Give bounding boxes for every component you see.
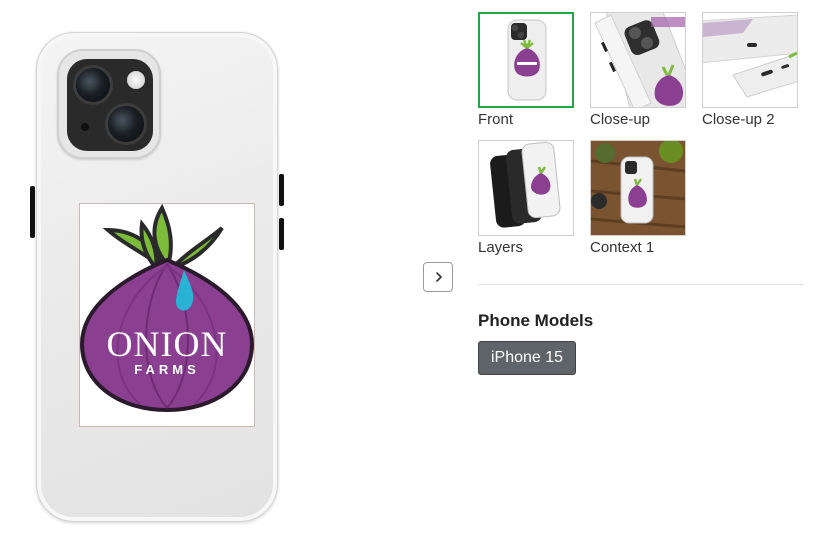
phone-case: ONION FARMS xyxy=(36,32,278,522)
camera-lens-icon xyxy=(105,103,147,145)
gallery-next-button[interactable] xyxy=(423,262,453,292)
microphone-icon xyxy=(81,123,89,131)
thumbnail-label: Close-up 2 xyxy=(702,111,775,128)
camera-module xyxy=(57,49,161,159)
thumbnail-layers[interactable]: Layers xyxy=(478,140,574,256)
thumbnail-label: Context 1 xyxy=(590,239,655,256)
camera-lens-icon xyxy=(73,65,113,105)
flash-icon xyxy=(127,71,145,89)
thumbnail-close-up-2[interactable]: Close-up 2 xyxy=(702,12,798,128)
onion-farms-logo: ONION FARMS xyxy=(79,203,255,413)
chevron-right-icon xyxy=(436,272,442,282)
thumbnail-label: Layers xyxy=(478,239,524,256)
volume-button xyxy=(30,186,35,238)
thumbnail-front[interactable]: Front xyxy=(478,12,574,128)
power-button-top xyxy=(279,174,284,206)
case-artwork: ONION FARMS xyxy=(79,203,255,427)
model-option-iphone-15[interactable]: iPhone 15 xyxy=(478,341,576,375)
logo-main-text: ONION xyxy=(107,324,228,364)
logo-sub-text: FARMS xyxy=(134,362,200,377)
main-product-image: ONION FARMS xyxy=(28,26,288,526)
thumbnail-label: Close-up xyxy=(590,111,651,128)
power-button-bottom xyxy=(279,218,284,250)
thumbnail-label: Front xyxy=(478,111,514,128)
thumbnail-context-1[interactable]: Context 1 xyxy=(590,140,686,256)
phone-models-heading: Phone Models xyxy=(478,311,594,330)
thumbnail-close-up[interactable]: Close-up xyxy=(590,12,686,128)
section-divider xyxy=(478,284,804,285)
